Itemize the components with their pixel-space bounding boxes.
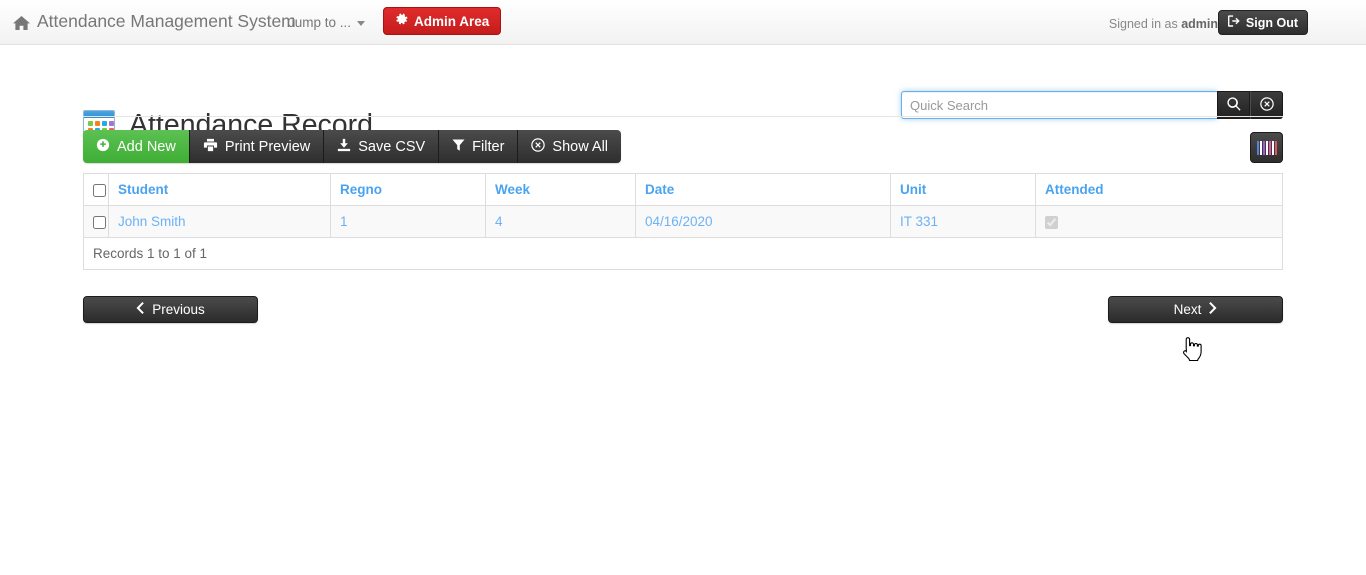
table-header: Student Regno Week Date Unit Attended — [83, 173, 1283, 206]
jump-to-label: Jump to ... — [288, 15, 352, 30]
select-all-checkbox[interactable] — [93, 183, 106, 197]
sign-out-label: Sign Out — [1245, 15, 1298, 30]
table-row[interactable]: John Smith 1 4 04/16/2020 IT 331 — [83, 205, 1283, 238]
chevron-down-icon — [357, 21, 366, 26]
select-all-header — [83, 173, 109, 206]
download-icon — [337, 138, 351, 156]
column-header-date[interactable]: Date — [635, 173, 891, 206]
column-header-unit-label: Unit — [900, 182, 927, 197]
cell-date-text: 04/16/2020 — [645, 214, 713, 229]
previous-button[interactable]: Previous — [83, 296, 258, 323]
columns-toggle-button[interactable] — [1250, 132, 1283, 163]
print-preview-button[interactable]: Print Preview — [189, 130, 325, 163]
signed-in-username: admin — [1181, 17, 1218, 31]
funnel-icon — [452, 138, 465, 156]
pagination: Previous Next — [83, 296, 1283, 324]
signed-in-prefix: Signed in as — [1108, 17, 1182, 31]
cell-regno[interactable]: 1 — [330, 205, 486, 238]
cell-student-text: John Smith — [118, 214, 186, 229]
header-divider — [83, 116, 1283, 117]
show-all-button[interactable]: Show All — [518, 130, 622, 163]
top-navbar: Attendance Management System Jump to ...… — [0, 0, 1366, 45]
attended-checkbox — [1045, 215, 1058, 229]
column-header-date-label: Date — [645, 182, 675, 197]
jump-to-dropdown[interactable]: Jump to ... — [288, 15, 366, 30]
cell-unit-text: IT 331 — [900, 214, 939, 229]
row-select-checkbox[interactable] — [93, 215, 106, 229]
next-label: Next — [1173, 302, 1202, 317]
clear-search-button[interactable] — [1250, 91, 1283, 119]
columns-icon — [1256, 140, 1277, 155]
add-new-button[interactable]: Add New — [83, 130, 190, 163]
gear-icon — [395, 13, 408, 29]
column-header-attended[interactable]: Attended — [1035, 173, 1283, 206]
filter-button[interactable]: Filter — [439, 130, 519, 163]
save-csv-button[interactable]: Save CSV — [324, 130, 440, 163]
brand-link[interactable]: Attendance Management System — [13, 11, 296, 32]
show-all-label: Show All — [552, 138, 609, 155]
sign-out-icon — [1227, 15, 1241, 30]
search-button[interactable] — [1217, 91, 1250, 119]
cell-student[interactable]: John Smith — [108, 205, 331, 238]
print-preview-label: Print Preview — [224, 138, 311, 155]
table-body: John Smith 1 4 04/16/2020 IT 331 Records… — [83, 205, 1283, 270]
circle-x-icon — [531, 137, 546, 156]
cell-unit[interactable]: IT 331 — [890, 205, 1036, 238]
cell-regno-text: 1 — [340, 214, 348, 229]
table-header-row: Student Regno Week Date Unit Attended — [83, 173, 1283, 206]
attendance-table: Student Regno Week Date Unit Attended Jo… — [83, 173, 1283, 270]
column-header-unit[interactable]: Unit — [890, 173, 1036, 206]
column-header-regno[interactable]: Regno — [330, 173, 486, 206]
toolbar-button-group: Add New Print Preview Save CSV Filter Sh… — [83, 130, 622, 163]
home-icon — [13, 15, 30, 31]
cell-week-text: 4 — [495, 214, 503, 229]
admin-area-label: Admin Area — [414, 13, 490, 29]
toolbar: Add New Print Preview Save CSV Filter Sh… — [83, 130, 1283, 168]
magnifier-icon — [1226, 96, 1241, 114]
cell-week[interactable]: 4 — [485, 205, 636, 238]
pointer-hand-cursor — [1181, 336, 1203, 362]
chevron-right-icon — [1208, 302, 1217, 317]
column-header-attended-label: Attended — [1045, 182, 1104, 197]
next-button[interactable]: Next — [1108, 296, 1283, 323]
column-header-regno-label: Regno — [340, 182, 382, 197]
add-new-label: Add New — [117, 138, 176, 155]
printer-icon — [203, 138, 218, 156]
quick-search-group — [901, 91, 1283, 119]
brand-label: Attendance Management System — [37, 11, 296, 31]
signed-in-status: Signed in as admin — [1109, 17, 1218, 31]
admin-area-button[interactable]: Admin Area — [383, 7, 502, 35]
row-select-cell — [83, 205, 109, 238]
column-header-week[interactable]: Week — [485, 173, 636, 206]
filter-label: Filter — [472, 138, 505, 155]
records-summary: Records 1 to 1 of 1 — [83, 237, 1283, 270]
circle-x-icon — [1259, 96, 1274, 114]
table-footer-row: Records 1 to 1 of 1 — [83, 237, 1283, 270]
chevron-left-icon — [136, 302, 145, 317]
page-container: Attendance Record Quick Search Add New P… — [83, 45, 1283, 324]
previous-label: Previous — [152, 302, 205, 317]
search-input[interactable] — [901, 91, 1217, 119]
column-header-student[interactable]: Student — [108, 173, 331, 206]
cell-date[interactable]: 04/16/2020 — [635, 205, 891, 238]
page-header: Attendance Record — [83, 45, 1283, 142]
save-csv-label: Save CSV — [358, 138, 426, 155]
cell-attended — [1035, 205, 1283, 238]
column-header-week-label: Week — [495, 182, 531, 197]
column-header-student-label: Student — [118, 182, 169, 197]
sign-out-button[interactable]: Sign Out — [1217, 10, 1308, 35]
plus-circle-icon — [96, 138, 110, 156]
